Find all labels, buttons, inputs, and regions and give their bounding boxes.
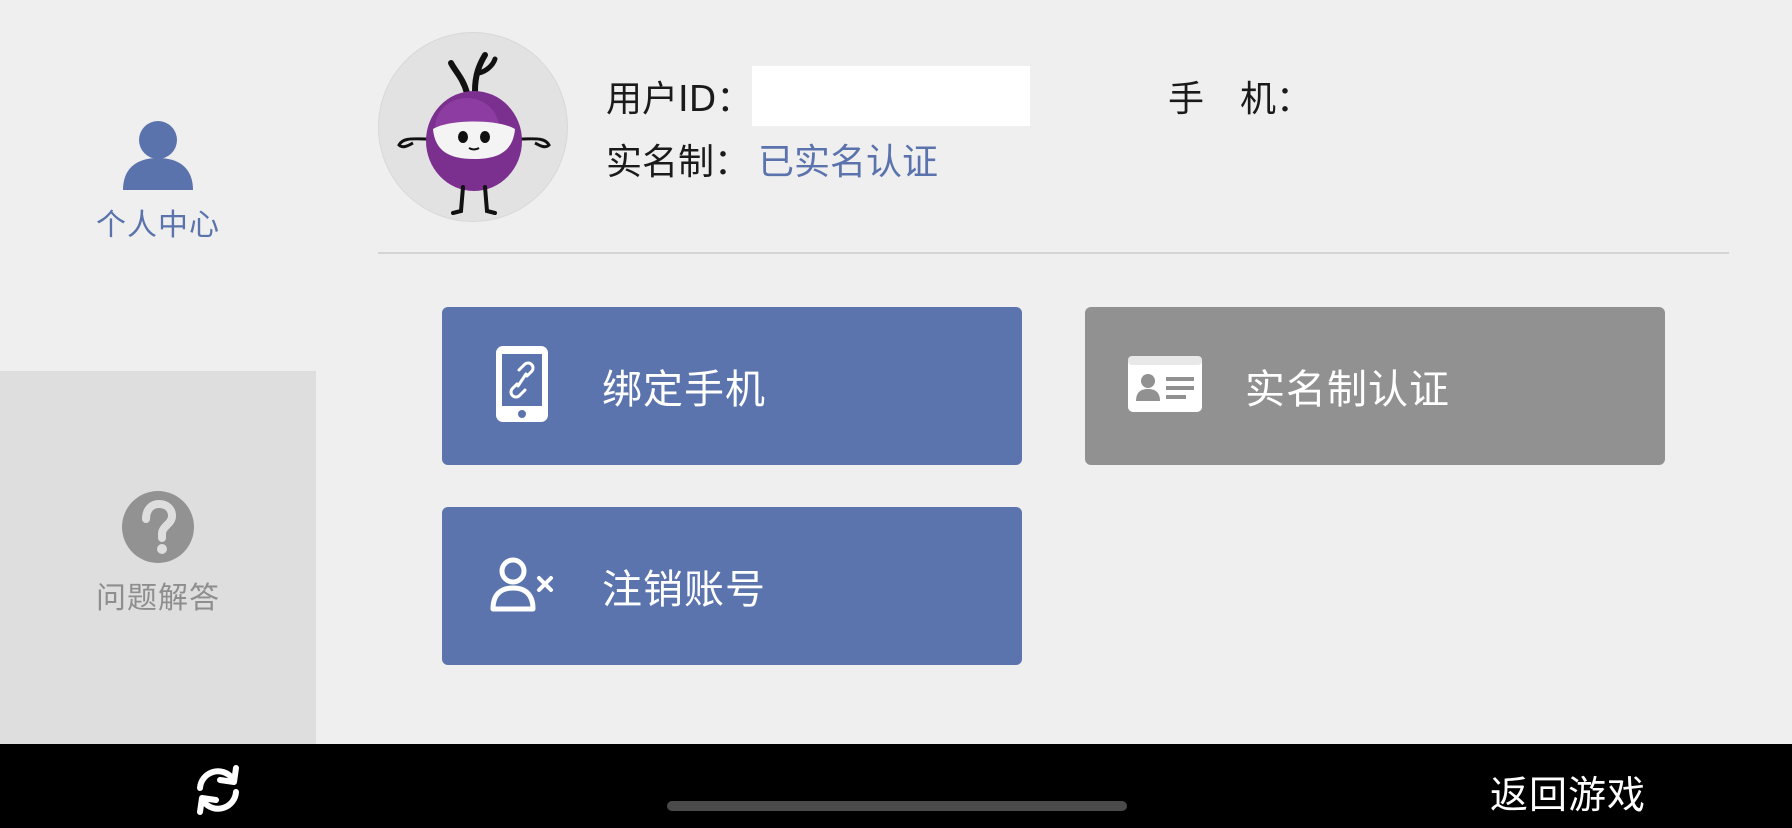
phone-row: 手 机：	[1168, 70, 1312, 122]
bind-phone-label: 绑定手机	[602, 367, 766, 413]
sidebar-item-faq[interactable]: 问题解答	[0, 371, 316, 744]
phone-link-icon	[494, 344, 550, 428]
back-to-game-button[interactable]: 返回游戏	[1490, 764, 1646, 819]
header-divider	[378, 252, 1729, 254]
home-indicator	[667, 801, 1127, 811]
bottom-bar: 返回游戏	[0, 744, 1792, 828]
phone-label: 手 机：	[1168, 79, 1313, 120]
id-card-icon	[1128, 356, 1202, 416]
realname-status: 已实名认证	[758, 142, 939, 183]
avatar	[378, 32, 568, 222]
bind-phone-button[interactable]: 绑定手机	[442, 307, 1022, 465]
app-root: 个人中心 问题解答 用户ID： 手 机： 实名制： 已实名认证 绑定手机 实名制…	[0, 0, 1792, 828]
refresh-icon[interactable]	[190, 762, 246, 818]
mascot-avatar	[397, 52, 551, 215]
person-icon	[121, 118, 195, 194]
sidebar-item-label: 问题解答	[96, 581, 220, 616]
realname-label: 实名制：	[606, 142, 751, 183]
user-id-value	[752, 66, 1030, 126]
sidebar-item-label: 个人中心	[96, 208, 220, 243]
user-id-row: 用户ID：	[606, 70, 752, 122]
cancel-account-button[interactable]: 注销账号	[442, 507, 1022, 665]
realname-auth-label: 实名制认证	[1245, 367, 1450, 413]
sidebar: 个人中心 问题解答	[0, 0, 316, 744]
sidebar-item-personal-center[interactable]: 个人中心	[0, 0, 316, 371]
question-icon	[122, 491, 194, 567]
realname-auth-button[interactable]: 实名制认证	[1085, 307, 1665, 465]
cancel-account-label: 注销账号	[602, 567, 766, 613]
user-id-label: 用户ID：	[606, 79, 753, 120]
remove-user-icon	[489, 556, 555, 616]
realname-row: 实名制： 已实名认证	[606, 133, 938, 185]
